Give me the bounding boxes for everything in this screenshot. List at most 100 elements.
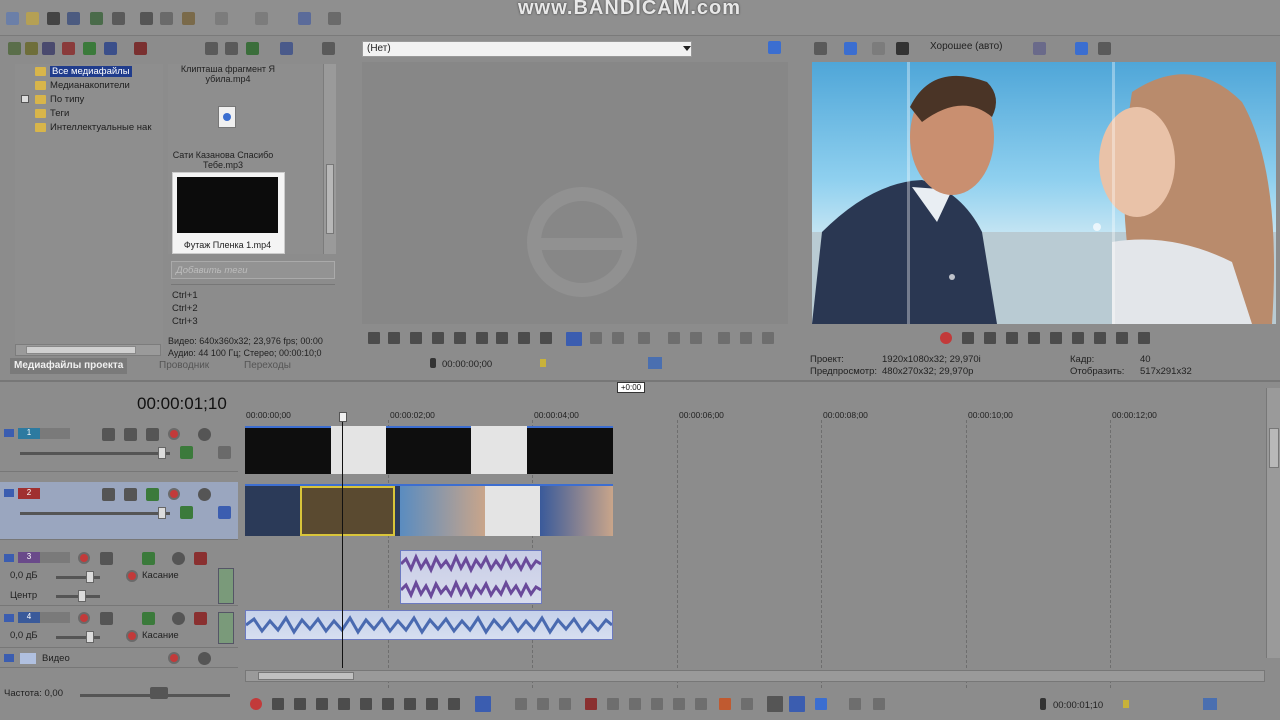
play-icon[interactable] xyxy=(1006,332,1018,344)
media-vertical-scrollbar[interactable] xyxy=(323,64,336,254)
go-end-icon[interactable] xyxy=(1094,332,1106,344)
overlays-icon[interactable] xyxy=(1033,42,1046,55)
track-envelope-icon[interactable] xyxy=(180,506,193,519)
automation-mode[interactable]: Касание xyxy=(142,630,179,641)
play-from-start-icon[interactable] xyxy=(984,332,996,344)
new-file-icon[interactable] xyxy=(6,12,19,25)
preview-quality-select[interactable]: Хорошее (авто) xyxy=(930,41,1003,52)
lock-envelopes-icon[interactable] xyxy=(849,698,861,710)
track-envelope-icon[interactable] xyxy=(180,446,193,459)
preview-properties-icon[interactable] xyxy=(814,42,827,55)
stop-icon[interactable] xyxy=(360,698,372,710)
add-tags-input[interactable]: Добавить теги xyxy=(171,261,335,279)
ignore-grouping-icon[interactable] xyxy=(873,698,885,710)
forward-icon[interactable] xyxy=(540,332,552,344)
tree-item-by-type[interactable]: По типу xyxy=(35,94,161,108)
undo-icon[interactable] xyxy=(215,12,228,25)
track-pin-icon[interactable] xyxy=(218,446,231,459)
mute-icon[interactable] xyxy=(172,552,185,565)
playhead-handle[interactable] xyxy=(339,412,347,422)
track-level-slider[interactable] xyxy=(20,452,170,455)
shortcut-slot[interactable]: Ctrl+3 xyxy=(172,316,198,327)
snapping-icon[interactable] xyxy=(767,696,783,712)
next-frame-icon[interactable] xyxy=(1138,332,1150,344)
track-expand-icon[interactable] xyxy=(4,614,14,622)
overwrite-icon[interactable] xyxy=(566,332,582,346)
track-expand-icon[interactable] xyxy=(4,429,14,437)
prev-frame-icon[interactable] xyxy=(476,332,488,344)
tab-project-media[interactable]: Медиафайлы проекта xyxy=(10,358,128,374)
stop-media-icon[interactable] xyxy=(225,42,238,55)
marker-icon[interactable] xyxy=(718,332,730,344)
solo-icon[interactable] xyxy=(194,612,207,625)
track-pin-icon[interactable] xyxy=(218,506,231,519)
timeline-clip-video[interactable] xyxy=(386,426,471,474)
audio-envelope-icon[interactable] xyxy=(142,552,155,565)
get-media-icon[interactable] xyxy=(42,42,55,55)
paste-icon[interactable] xyxy=(182,12,195,25)
refresh-icon[interactable] xyxy=(83,42,96,55)
selection-tool-icon[interactable] xyxy=(537,698,549,710)
split-icon[interactable] xyxy=(673,698,685,710)
normal-edit-tool-icon[interactable] xyxy=(475,696,491,712)
remove-icon[interactable] xyxy=(62,42,75,55)
zoom-tool-icon[interactable] xyxy=(559,698,571,710)
tab-explorer[interactable]: Проводник xyxy=(155,358,213,374)
tab-transitions[interactable]: Переходы xyxy=(240,358,295,374)
properties-icon[interactable] xyxy=(112,12,125,25)
timeline-horizontal-scrollbar[interactable] xyxy=(245,670,1265,682)
shortcut-slot[interactable]: Ctrl+1 xyxy=(172,290,198,301)
timeline-vertical-scrollbar[interactable] xyxy=(1266,388,1280,658)
media-item-label[interactable]: Футаж Пленка 1.mp4 xyxy=(165,240,290,250)
track-header-video-2[interactable]: 2 xyxy=(0,482,238,540)
track-fx-knob-icon[interactable] xyxy=(168,428,180,440)
audio-file-icon[interactable] xyxy=(218,106,236,128)
track-expand-icon[interactable] xyxy=(4,654,14,662)
external-monitor-icon[interactable] xyxy=(844,42,857,55)
audio-fx-icon[interactable] xyxy=(100,612,113,625)
bus-fx-icon[interactable] xyxy=(168,652,180,664)
pause-icon[interactable] xyxy=(338,698,350,710)
tree-item-all-media[interactable]: Все медиафайлы xyxy=(35,66,161,80)
audio-envelope-icon[interactable] xyxy=(142,612,155,625)
ripple-edit-icon[interactable] xyxy=(815,698,827,710)
record-arm-icon[interactable] xyxy=(78,552,90,564)
track-header-video-1[interactable]: 1 xyxy=(0,424,238,472)
save-icon[interactable] xyxy=(47,12,60,25)
go-start-icon[interactable] xyxy=(1072,332,1084,344)
loop-icon[interactable] xyxy=(368,332,380,344)
lock-icon[interactable] xyxy=(695,698,707,710)
mute-icon[interactable] xyxy=(172,612,185,625)
prev-frame-icon[interactable] xyxy=(1116,332,1128,344)
trim-options-icon[interactable] xyxy=(762,332,774,344)
play-icon[interactable] xyxy=(316,698,328,710)
auto-preview-icon[interactable] xyxy=(246,42,259,55)
fit-icon[interactable] xyxy=(638,332,650,344)
timeline-clip-video[interactable] xyxy=(400,486,485,536)
play-from-start-icon[interactable] xyxy=(294,698,306,710)
trim-start-icon[interactable] xyxy=(629,698,641,710)
insert-marker-icon[interactable] xyxy=(719,698,731,710)
play-icon[interactable] xyxy=(410,332,422,344)
shortcut-slot[interactable]: Ctrl+2 xyxy=(172,303,198,314)
timeline-clip-video[interactable] xyxy=(527,426,613,474)
record-icon[interactable] xyxy=(940,332,952,344)
auto-crossfade-icon[interactable] xyxy=(789,696,805,712)
search-icon[interactable] xyxy=(104,42,117,55)
solo-icon[interactable] xyxy=(194,552,207,565)
pause-icon[interactable] xyxy=(1028,332,1040,344)
go-end-icon[interactable] xyxy=(404,698,416,710)
trimmer-options-icon[interactable] xyxy=(768,41,781,54)
track-level-slider[interactable] xyxy=(20,512,170,515)
next-frame-icon[interactable] xyxy=(448,698,460,710)
ruler-badge[interactable]: +0:00 xyxy=(617,382,645,393)
timeline-clip-video[interactable] xyxy=(245,426,331,474)
compositing-icon[interactable] xyxy=(146,488,159,501)
trim-end-icon[interactable] xyxy=(651,698,663,710)
save-as-icon[interactable] xyxy=(67,12,80,25)
record-icon[interactable] xyxy=(250,698,262,710)
play-media-icon[interactable] xyxy=(205,42,218,55)
track-fx-icon[interactable] xyxy=(124,428,137,441)
views-icon[interactable] xyxy=(280,42,293,55)
track-fx-knob-icon[interactable] xyxy=(168,488,180,500)
